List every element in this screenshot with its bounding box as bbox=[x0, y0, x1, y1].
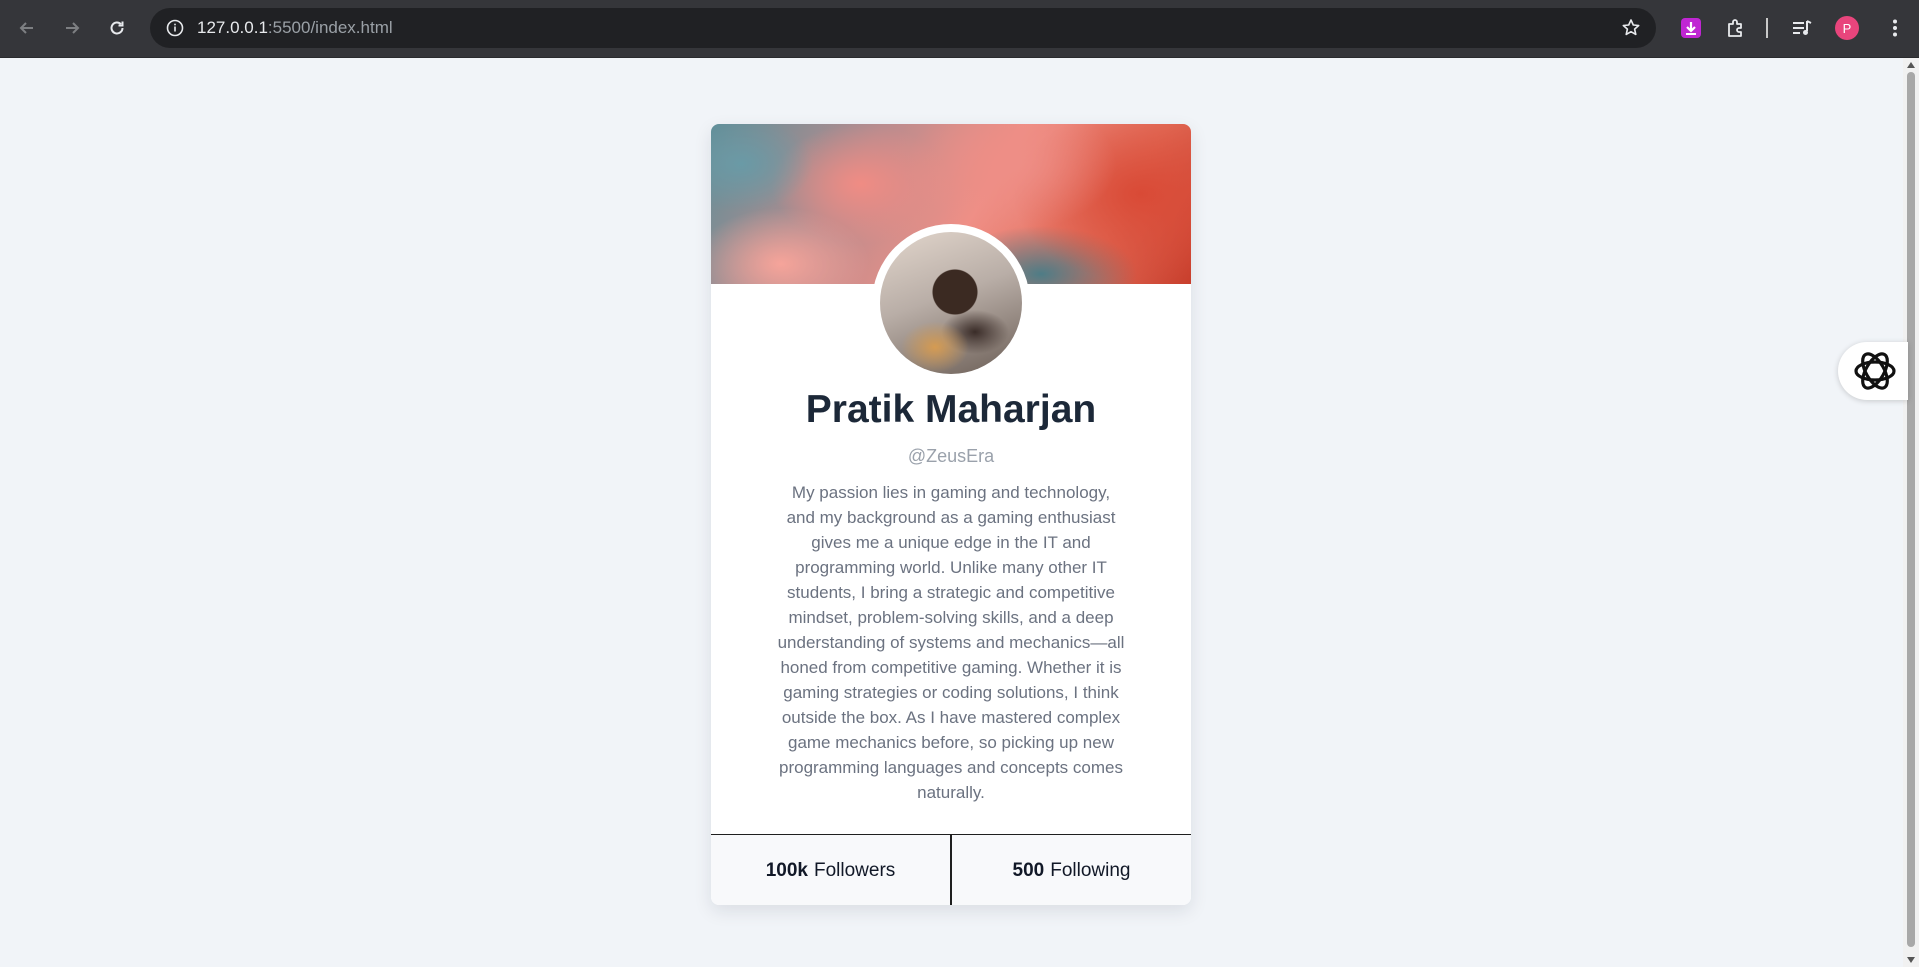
page-scrollbar[interactable] bbox=[1903, 58, 1919, 967]
download-extension-icon bbox=[1681, 18, 1701, 38]
back-button[interactable] bbox=[11, 12, 43, 44]
chrome-menu-button[interactable] bbox=[1881, 14, 1909, 42]
puzzle-icon bbox=[1728, 19, 1742, 37]
followers-label: Followers bbox=[813, 859, 896, 881]
url-host: 127.0.0.1 bbox=[197, 18, 268, 37]
profile-handle: @ZeusEra bbox=[907, 446, 995, 466]
star-icon bbox=[1622, 19, 1640, 36]
reload-icon bbox=[110, 21, 124, 35]
following-count: 500 bbox=[1012, 859, 1045, 881]
address-bar[interactable]: 127.0.0.1:5500/index.html bbox=[150, 8, 1656, 48]
scroll-up-arrow-icon[interactable] bbox=[1907, 62, 1915, 68]
site-info-button[interactable] bbox=[164, 17, 186, 39]
forward-button[interactable] bbox=[56, 12, 88, 44]
avatar bbox=[880, 232, 1022, 374]
stats-bar: 100k Followers 500 Following bbox=[711, 834, 1191, 905]
browser-toolbar: 127.0.0.1:5500/index.html P bbox=[0, 0, 1919, 58]
media-queue-icon bbox=[1793, 20, 1812, 35]
info-icon bbox=[166, 19, 184, 37]
profile-bio: My passion lies in gaming and technology… bbox=[777, 483, 1125, 802]
openai-logo-icon bbox=[1854, 352, 1896, 390]
bookmark-button[interactable] bbox=[1620, 17, 1642, 39]
followers-count: 100k bbox=[765, 859, 808, 881]
assistant-side-button[interactable] bbox=[1838, 342, 1908, 400]
scroll-down-arrow-icon[interactable] bbox=[1907, 957, 1915, 963]
toolbar-divider bbox=[1766, 18, 1768, 38]
followers-stat[interactable]: 100k Followers bbox=[711, 835, 950, 905]
arrow-right-icon bbox=[66, 22, 80, 34]
url-path: :5500/index.html bbox=[267, 18, 393, 37]
profile-avatar-button[interactable]: P bbox=[1835, 16, 1859, 40]
following-stat[interactable]: 500 Following bbox=[950, 835, 1191, 905]
avatar-frame bbox=[872, 224, 1030, 382]
media-controls-button[interactable] bbox=[1788, 14, 1816, 42]
url-text[interactable]: 127.0.0.1:5500/index.html bbox=[197, 18, 393, 38]
profile-card: Pratik Maharjan @ZeusEra My passion lies… bbox=[711, 124, 1191, 905]
kebab-menu-icon bbox=[1893, 19, 1897, 37]
reload-button[interactable] bbox=[101, 12, 133, 44]
arrow-left-icon bbox=[19, 22, 33, 34]
extensions-button[interactable] bbox=[1722, 14, 1750, 42]
scroll-thumb[interactable] bbox=[1907, 72, 1915, 947]
profile-name: Pratik Maharjan bbox=[805, 388, 1097, 431]
following-label: Following bbox=[1050, 859, 1131, 881]
download-extension-button[interactable] bbox=[1677, 14, 1705, 42]
